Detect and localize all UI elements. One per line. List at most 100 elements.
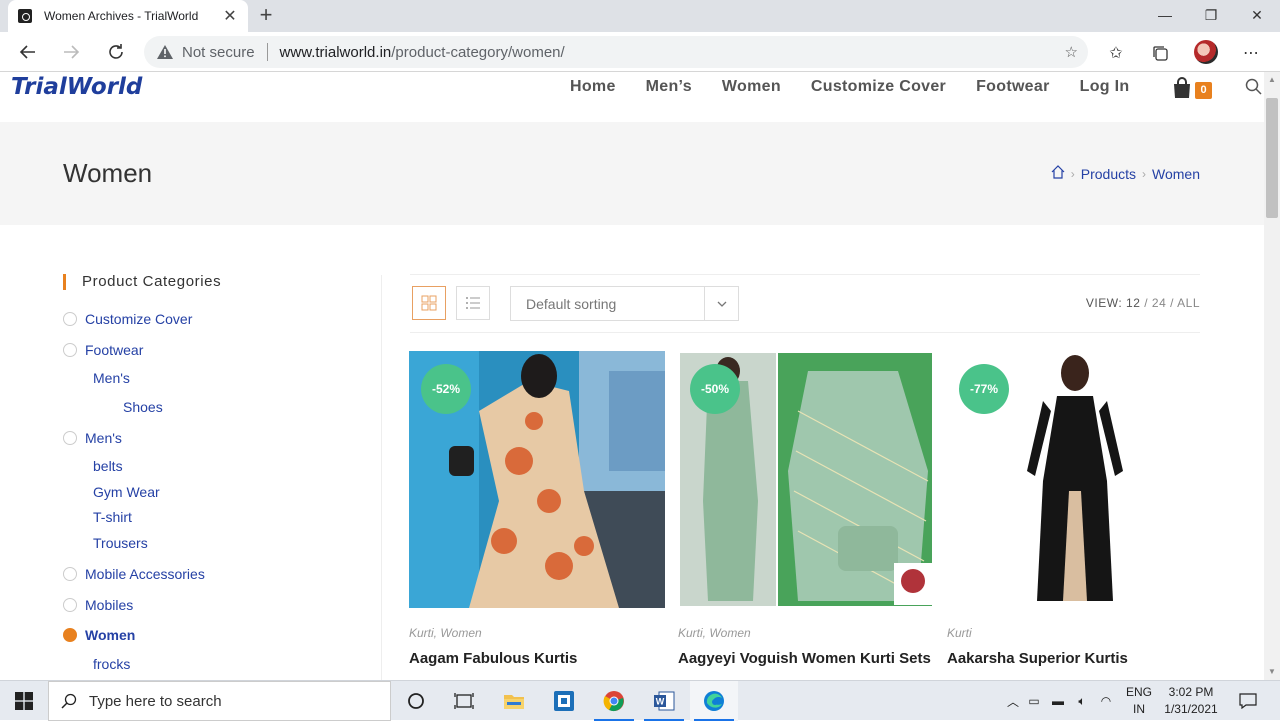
language-indicator[interactable]: ENG IN (1124, 681, 1154, 721)
profile-avatar[interactable] (1194, 40, 1218, 64)
main-navigation: Home Men’s Women Customize Cover Footwea… (570, 78, 1159, 96)
taskbar-search-box[interactable]: Type here to search (48, 681, 391, 721)
scrollbar-thumb[interactable] (1266, 98, 1278, 218)
product-title[interactable]: Aakarsha Superior Kurtis (947, 650, 1128, 667)
sidebar-category-item[interactable]: Gym Wear (93, 484, 160, 500)
view-all-option[interactable]: ALL (1177, 296, 1200, 310)
radio-icon[interactable] (63, 567, 77, 581)
reload-button[interactable] (102, 38, 130, 66)
close-tab-icon[interactable]: ✕ (222, 6, 238, 26)
radio-icon[interactable] (63, 431, 77, 445)
sidebar-category-label: Men's (85, 430, 122, 446)
sidebar-category-item[interactable]: Women (63, 627, 135, 643)
warning-icon[interactable] (156, 43, 174, 61)
forward-button[interactable] (57, 38, 85, 66)
grid-view-button[interactable] (412, 286, 446, 320)
search-icon[interactable] (1245, 78, 1263, 101)
sidebar-category-item[interactable]: belts (93, 458, 123, 474)
cart-button[interactable]: 0 (1171, 76, 1212, 99)
favorites-icon[interactable]: ✩ (1105, 42, 1127, 64)
chrome-icon[interactable] (590, 681, 638, 721)
radio-selected-icon[interactable] (63, 628, 77, 642)
page-title: Women (63, 158, 153, 188)
radio-icon[interactable] (63, 343, 77, 357)
url-text[interactable]: www.trialworld.in/product-category/women… (280, 44, 565, 61)
sidebar-category-item[interactable]: Footwear (63, 342, 143, 358)
product-card[interactable]: -50% (678, 351, 934, 608)
sidebar-category-item[interactable]: Mobiles (63, 597, 133, 613)
scroll-down-icon[interactable]: ▼ (1264, 664, 1280, 680)
product-card[interactable]: -52% (409, 351, 665, 608)
radio-icon[interactable] (63, 312, 77, 326)
list-view-button[interactable] (456, 286, 490, 320)
add-favorite-icon[interactable]: ☆ (1065, 43, 1078, 61)
sort-dropdown[interactable]: Default sorting (510, 286, 739, 321)
product-image[interactable]: -50% (678, 351, 934, 608)
system-tray: ︿ ▭ ▬ 🔈︎ ◠ (1004, 681, 1118, 721)
chevron-down-icon (704, 287, 738, 320)
taskbar-clock[interactable]: 3:02 PM 1/31/2021 (1160, 684, 1222, 718)
breadcrumb-products[interactable]: Products (1081, 166, 1136, 182)
task-view-icon[interactable] (440, 681, 488, 721)
scroll-up-icon[interactable]: ▲ (1264, 72, 1280, 88)
sidebar-category-item[interactable]: Mobile Accessories (63, 566, 205, 582)
meet-now-icon[interactable]: ▭ (1022, 694, 1046, 708)
battery-icon[interactable]: ▬ (1046, 694, 1070, 708)
word-icon[interactable]: W (640, 681, 688, 721)
sidebar-category-item[interactable]: Men's (93, 370, 130, 386)
home-icon[interactable] (1051, 165, 1065, 182)
breadcrumb-women[interactable]: Women (1152, 166, 1200, 182)
file-explorer-icon[interactable] (490, 681, 538, 721)
minimize-button[interactable]: — (1142, 0, 1188, 32)
product-title[interactable]: Aagyeyi Voguish Women Kurti Sets (678, 650, 931, 667)
nav-women[interactable]: Women (722, 78, 781, 96)
nav-login[interactable]: Log In (1080, 78, 1130, 96)
product-image[interactable]: -77% (947, 351, 1203, 608)
sidebar-category-item[interactable]: Men's (63, 430, 122, 446)
cortana-icon[interactable] (392, 681, 440, 721)
more-options-icon[interactable]: ⋯ (1240, 42, 1262, 64)
product-categories[interactable]: Kurti, Women (678, 626, 751, 640)
back-button[interactable] (14, 38, 42, 66)
windows-logo-icon (15, 692, 33, 710)
cart-count-badge: 0 (1195, 82, 1212, 99)
product-categories[interactable]: Kurti, Women (409, 626, 482, 640)
start-button[interactable] (0, 681, 48, 721)
site-logo[interactable]: TrialWorld (11, 72, 142, 102)
restore-button[interactable]: ❐ (1188, 0, 1234, 32)
volume-icon[interactable]: 🔈︎ (1070, 694, 1094, 709)
collections-icon[interactable] (1149, 42, 1171, 64)
site-header: TrialWorld Home Men’s Women Customize Co… (0, 72, 1264, 122)
sidebar-category-label: Mobile Accessories (85, 566, 205, 582)
sidebar-category-item[interactable]: T-shirt (93, 509, 132, 525)
address-bar[interactable]: Not secure www.trialworld.in/product-cat… (144, 36, 1088, 68)
nav-home[interactable]: Home (570, 78, 616, 96)
app-icon[interactable] (540, 681, 588, 721)
sidebar-category-item[interactable]: Customize Cover (63, 311, 192, 327)
url-path: /product-category/women/ (391, 43, 565, 61)
product-categories[interactable]: Kurti (947, 626, 972, 640)
edge-icon[interactable] (690, 681, 738, 721)
close-window-button[interactable]: ✕ (1234, 0, 1280, 32)
product-card[interactable]: -77% (947, 351, 1203, 608)
sidebar: Product Categories (63, 270, 363, 290)
tray-overflow-icon[interactable]: ︿ (1004, 693, 1022, 710)
product-title[interactable]: Aagam Fabulous Kurtis (409, 650, 577, 667)
view-12-option[interactable]: 12 (1126, 296, 1140, 310)
sidebar-category-item[interactable]: Shoes (123, 399, 163, 415)
browser-tab[interactable]: Women Archives - TrialWorld ✕ (8, 0, 248, 32)
sidebar-category-label: Mobiles (85, 597, 134, 613)
nav-mens[interactable]: Men’s (646, 78, 692, 96)
view-24-option[interactable]: 24 (1152, 296, 1166, 310)
wifi-icon[interactable]: ◠ (1094, 694, 1118, 708)
product-image[interactable]: -52% (409, 351, 665, 608)
nav-customize-cover[interactable]: Customize Cover (811, 78, 946, 96)
radio-icon[interactable] (63, 598, 77, 612)
not-secure-label[interactable]: Not secure (182, 44, 255, 61)
sidebar-category-label: Men's (93, 370, 130, 386)
new-tab-button[interactable]: + (256, 4, 276, 28)
sidebar-category-item[interactable]: frocks (93, 656, 130, 672)
notifications-icon[interactable] (1228, 681, 1268, 721)
nav-footwear[interactable]: Footwear (976, 78, 1050, 96)
sidebar-category-item[interactable]: Trousers (93, 535, 148, 551)
